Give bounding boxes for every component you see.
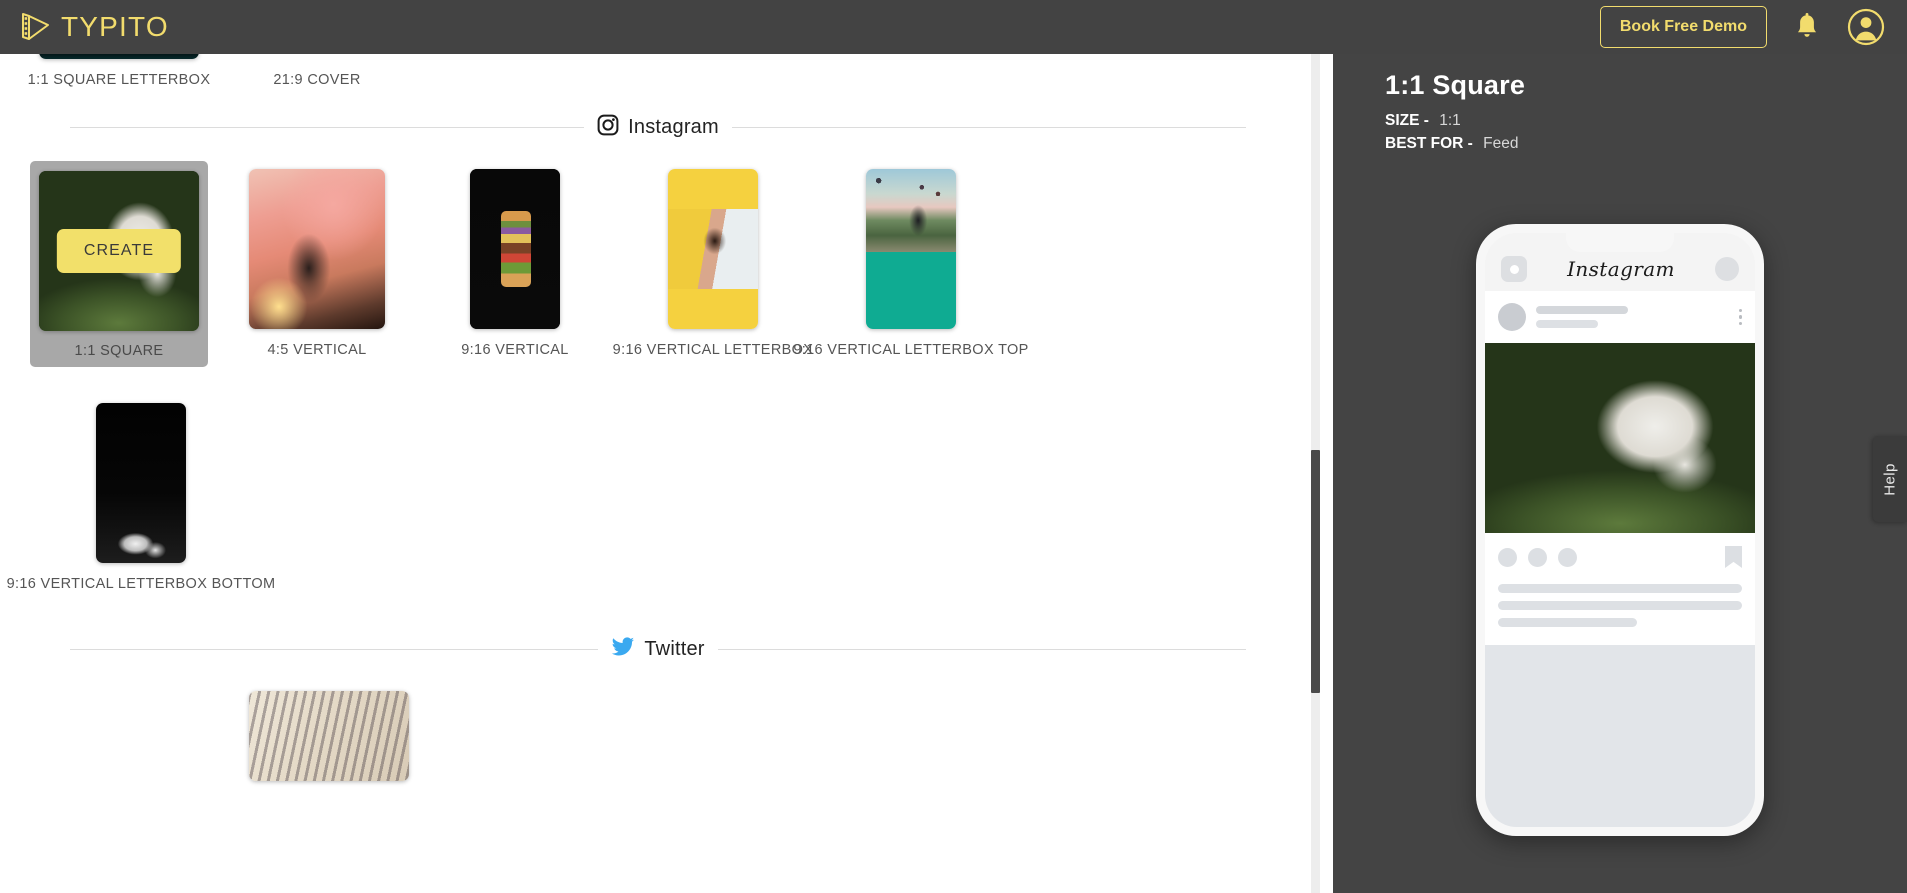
- app-header: TYPITO Book Free Demo: [0, 0, 1907, 54]
- preview-metadata: SIZE - 1:1 BEST FOR - Feed: [1385, 112, 1907, 153]
- create-button[interactable]: CREATE: [56, 229, 182, 273]
- divider-line: [717, 649, 1247, 650]
- template-card-9-16-vertical-letterbox-top[interactable]: 9:16 VERTICAL LETTERBOX TOP: [793, 161, 1028, 358]
- template-card-1-1-square[interactable]: CREATE 1:1 SQUARE: [30, 161, 208, 367]
- template-card-label: 9:16 VERTICAL: [461, 342, 569, 358]
- section-header-instagram: Instagram: [0, 114, 1316, 141]
- template-card-label: 4:5 VERTICAL: [267, 342, 367, 358]
- preview-title: 1:1 Square: [1385, 70, 1526, 100]
- section-header-twitter: Twitter: [0, 636, 1316, 663]
- more-options-icon: [1738, 308, 1742, 326]
- template-card-label: 1:1 SQUARE: [74, 343, 164, 359]
- app-logo[interactable]: TYPITO: [18, 10, 169, 44]
- user-avatar-icon[interactable]: [1847, 8, 1885, 46]
- template-thumbnail: [249, 691, 409, 781]
- share-icon: [1558, 547, 1577, 567]
- template-thumbnail: CREATE: [39, 171, 199, 331]
- like-icon: [1498, 547, 1517, 567]
- phone-screen: Instagram: [1485, 233, 1755, 827]
- post-caption-placeholder: [1485, 581, 1755, 645]
- bell-icon[interactable]: [1793, 12, 1821, 42]
- post-actions: [1485, 533, 1755, 581]
- book-free-demo-button[interactable]: Book Free Demo: [1599, 6, 1767, 48]
- section-title: Instagram: [628, 116, 719, 138]
- partial-top-row: 1:1 SQUARE LETTERBOX 21:9 COVER: [0, 54, 1316, 88]
- header-actions: Book Free Demo: [1599, 6, 1885, 48]
- template-row: CREATE 1:1 SQUARE 4:5 VERTICAL 9:16 VERT…: [0, 161, 1316, 367]
- avatar: [1498, 303, 1526, 331]
- template-thumbnail: [39, 54, 199, 59]
- help-tab[interactable]: Help: [1873, 436, 1907, 522]
- template-card-label: 21:9 COVER: [273, 72, 361, 88]
- size-value: 1:1: [1439, 112, 1461, 129]
- preview-panel: 1:1 Square SIZE - 1:1 BEST FOR - Feed In…: [1333, 54, 1907, 893]
- phone-notch: [1566, 233, 1674, 252]
- templates-scroll-area[interactable]: 1:1 SQUARE LETTERBOX 21:9 COVER Instagra…: [0, 54, 1333, 893]
- template-thumbnail: [668, 169, 758, 329]
- best-for-label: BEST FOR -: [1385, 135, 1473, 152]
- phone-mockup: Instagram: [1476, 224, 1764, 836]
- template-thumbnail: [470, 169, 560, 329]
- username-placeholder: [1536, 306, 1628, 314]
- template-card-9-16-vertical-letterbox[interactable]: 9:16 VERTICAL LETTERBOX: [613, 161, 813, 358]
- instagram-messages-icon: [1714, 257, 1739, 281]
- post-header: [1485, 291, 1755, 343]
- template-card[interactable]: 1:1 SQUARE LETTERBOX: [27, 54, 211, 88]
- template-row: 9:16 VERTICAL LETTERBOX BOTTOM: [0, 395, 1316, 592]
- template-card-9-16-vertical[interactable]: 9:16 VERTICAL: [426, 161, 604, 358]
- template-thumbnail: [237, 54, 397, 59]
- template-card-label: 1:1 SQUARE LETTERBOX: [27, 72, 211, 88]
- templates-content: 1:1 SQUARE LETTERBOX 21:9 COVER Instagra…: [0, 54, 1316, 794]
- size-label: SIZE -: [1385, 112, 1429, 129]
- location-placeholder: [1536, 320, 1598, 328]
- film-play-icon: [18, 10, 52, 44]
- best-for-value: Feed: [1483, 135, 1519, 152]
- template-card[interactable]: [240, 683, 418, 794]
- template-thumbnail: [249, 169, 385, 329]
- instagram-wordmark: Instagram: [1567, 257, 1675, 281]
- divider-line: [70, 649, 599, 650]
- scrollbar-thumb[interactable]: [1311, 450, 1320, 693]
- template-card-4-5-vertical[interactable]: 4:5 VERTICAL: [228, 161, 406, 358]
- bookmark-icon: [1725, 546, 1742, 568]
- app-logo-text: TYPITO: [61, 11, 169, 42]
- help-tab-label: Help: [1881, 462, 1899, 496]
- divider-line: [731, 127, 1247, 128]
- phone-bottom-bar: [1485, 645, 1755, 827]
- comment-icon: [1528, 547, 1547, 567]
- divider-line: [70, 127, 585, 128]
- template-row: [0, 683, 1316, 794]
- template-card-label: 9:16 VERTICAL LETTERBOX BOTTOM: [6, 576, 276, 592]
- template-card[interactable]: 21:9 COVER: [228, 54, 406, 88]
- template-card-label: 9:16 VERTICAL LETTERBOX TOP: [793, 342, 1029, 358]
- instagram-camera-icon: [597, 114, 619, 141]
- template-card-label: 9:16 VERTICAL LETTERBOX: [612, 342, 814, 358]
- template-card-9-16-vertical-letterbox-bottom[interactable]: 9:16 VERTICAL LETTERBOX BOTTOM: [7, 395, 275, 592]
- template-thumbnail: [866, 169, 956, 329]
- template-thumbnail: [96, 403, 186, 563]
- section-title: Twitter: [644, 638, 705, 660]
- twitter-bird-icon: [611, 636, 635, 663]
- post-image-preview: [1485, 343, 1755, 533]
- instagram-camera-icon: [1501, 256, 1527, 282]
